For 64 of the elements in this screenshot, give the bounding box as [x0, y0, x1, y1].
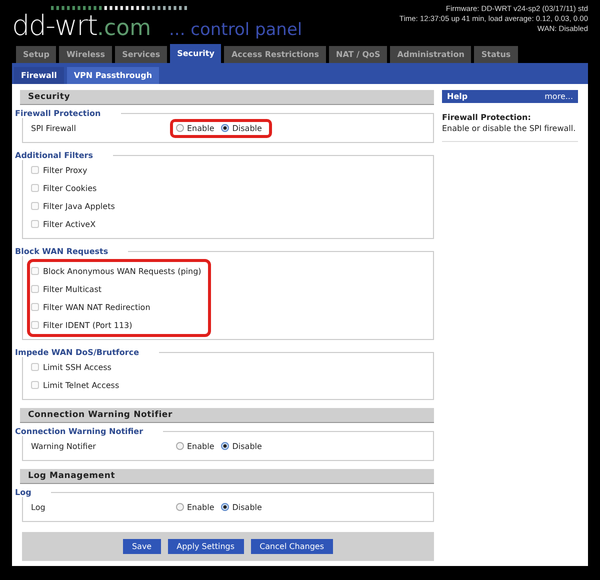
logo-domain: .com — [97, 15, 152, 43]
action-button[interactable]: Cancel Changes — [250, 539, 334, 554]
radio-button[interactable] — [176, 442, 184, 450]
radio-label: Disable — [232, 124, 262, 132]
checkbox[interactable] — [31, 267, 39, 275]
nav-tab[interactable]: Wireless — [59, 46, 112, 63]
checkbox[interactable] — [31, 285, 39, 293]
checkbox-label: Filter Multicast — [43, 284, 102, 294]
checkbox[interactable] — [31, 381, 39, 389]
nav-tab[interactable]: Status — [474, 46, 518, 63]
checkbox[interactable] — [31, 220, 39, 228]
checkbox-label: Filter Java Applets — [43, 202, 115, 210]
checkbox[interactable] — [31, 166, 39, 174]
group-legend: Firewall Protection — [15, 109, 121, 118]
group-legend: Block WAN Requests — [15, 247, 128, 256]
section-heading: Security — [20, 90, 434, 105]
tagline: ... control panel — [169, 20, 302, 40]
checkbox-label: Filter WAN NAT Redirection — [43, 302, 150, 312]
section-heading: Connection Warning Notifier — [20, 408, 434, 423]
radio-label: Disable — [232, 502, 262, 512]
radio-label: Enable — [187, 124, 214, 132]
checkbox[interactable] — [31, 184, 39, 192]
checkbox[interactable] — [31, 202, 39, 210]
checkbox[interactable] — [31, 363, 39, 371]
radio-button[interactable] — [176, 124, 184, 132]
checkbox-label: Limit SSH Access — [43, 362, 112, 372]
checkbox[interactable] — [31, 321, 39, 329]
group-legend: Additional Filters — [15, 151, 113, 160]
setting-label: SPI Firewall — [31, 124, 77, 132]
sub-tab[interactable]: Firewall — [14, 67, 64, 84]
checkbox-label: Block Anonymous WAN Requests (ping) — [43, 266, 202, 276]
checkbox-label: Filter Cookies — [43, 184, 97, 192]
radio-label: Enable — [187, 442, 214, 450]
nav-tab[interactable]: Security — [170, 44, 222, 63]
checkbox[interactable] — [31, 303, 39, 311]
nav-tab[interactable]: Access Restrictions — [224, 46, 326, 63]
radio-button[interactable] — [221, 503, 230, 511]
radio-label: Disable — [232, 442, 262, 450]
action-button[interactable]: Apply Settings — [168, 539, 244, 554]
sub-tab[interactable]: VPN Passthrough — [66, 67, 160, 84]
section-heading: Log Management — [20, 469, 434, 484]
setting-label: Warning Notifier — [31, 442, 97, 450]
nav-tab[interactable]: Setup — [16, 46, 56, 63]
setting-label: Log — [31, 502, 46, 512]
help-heading: Firewall Protection: — [442, 113, 532, 122]
checkbox-label: Filter Proxy — [43, 166, 88, 174]
group-legend: Connection Warning Notifier — [15, 427, 164, 436]
radio-button[interactable] — [221, 442, 230, 450]
nav-tab[interactable]: NAT / QoS — [329, 46, 388, 63]
checkbox-label: Filter ActiveX — [43, 220, 96, 228]
more-link[interactable]: more... — [544, 92, 573, 101]
radio-button[interactable] — [221, 124, 230, 132]
logo-name: dd-wrt — [12, 11, 98, 41]
help-title: Help — [447, 92, 468, 101]
help-text: Enable or disable the SPI firewall. — [442, 124, 578, 142]
group-legend: Impede WAN DoS/Brutforce — [15, 348, 160, 357]
radio-button[interactable] — [176, 503, 184, 511]
action-button[interactable]: Save — [122, 539, 161, 554]
radio-label: Enable — [187, 502, 214, 512]
checkbox-label: Filter IDENT (Port 113) — [43, 320, 132, 330]
checkbox-label: Limit Telnet Access — [43, 380, 120, 390]
group-legend: Log — [15, 488, 52, 497]
nav-tab[interactable]: Services — [115, 46, 168, 63]
nav-tab[interactable]: Administration — [390, 46, 472, 63]
